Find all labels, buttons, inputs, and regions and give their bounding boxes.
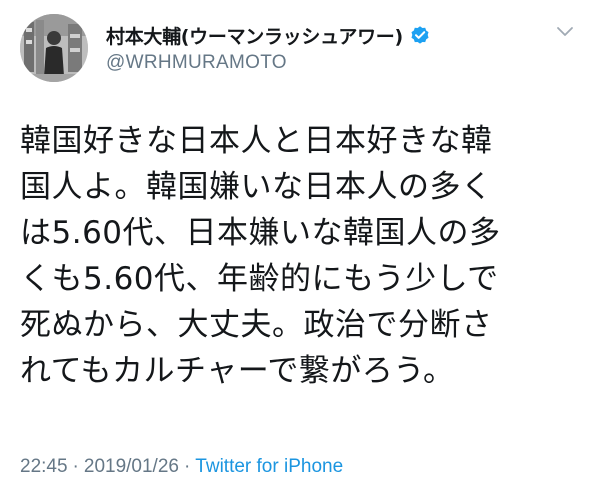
- avatar-photo: [20, 14, 88, 82]
- meta-separator: ·: [183, 456, 191, 477]
- tweet-text-line: 韓国好きな日本人と日本好きな韓: [20, 123, 493, 159]
- tweet-text-line: くも5.60代、年齢的にもう少しで: [20, 261, 499, 297]
- tweet-meta: 22:45 · 2019/01/26 · Twitter for iPhone: [20, 456, 343, 478]
- tweet-header: 村本大輔(ウーマンラッシュアワー) @WRHMURAMOTO: [20, 14, 580, 82]
- avatar[interactable]: [20, 14, 88, 82]
- chevron-down-icon[interactable]: [554, 24, 576, 40]
- tweet-text: 韓国好きな日本人と日本好きな韓 国人よ。韓国嫌いな日本人の多く は5.60代、日…: [20, 118, 580, 394]
- tweet-text-line: は5.60代、日本嫌いな韓国人の多: [20, 215, 501, 251]
- meta-separator: ·: [72, 456, 79, 477]
- tweet-card: 村本大輔(ウーマンラッシュアワー) @WRHMURAMOTO 韓国好きな日本人と…: [0, 0, 593, 499]
- tweet-text-line: 死ぬから、大丈夫。政治で分断さ: [20, 307, 493, 343]
- display-name[interactable]: 村本大輔(ウーマンラッシュアワー): [106, 22, 403, 49]
- tweet-date[interactable]: 2019/01/26: [84, 456, 179, 477]
- tweet-text-line: 国人よ。韓国嫌いな日本人の多く: [20, 169, 493, 205]
- author-names: 村本大輔(ウーマンラッシュアワー) @WRHMURAMOTO: [106, 20, 546, 74]
- verified-badge-icon: [409, 24, 431, 46]
- username-handle[interactable]: @WRHMURAMOTO: [106, 52, 546, 74]
- display-name-row: 村本大輔(ウーマンラッシュアワー): [106, 20, 546, 50]
- tweet-time[interactable]: 22:45: [20, 456, 68, 477]
- tweet-text-line: れてもカルチャーで繋がろう。: [20, 353, 455, 389]
- tweet-source-link[interactable]: Twitter for iPhone: [195, 456, 343, 477]
